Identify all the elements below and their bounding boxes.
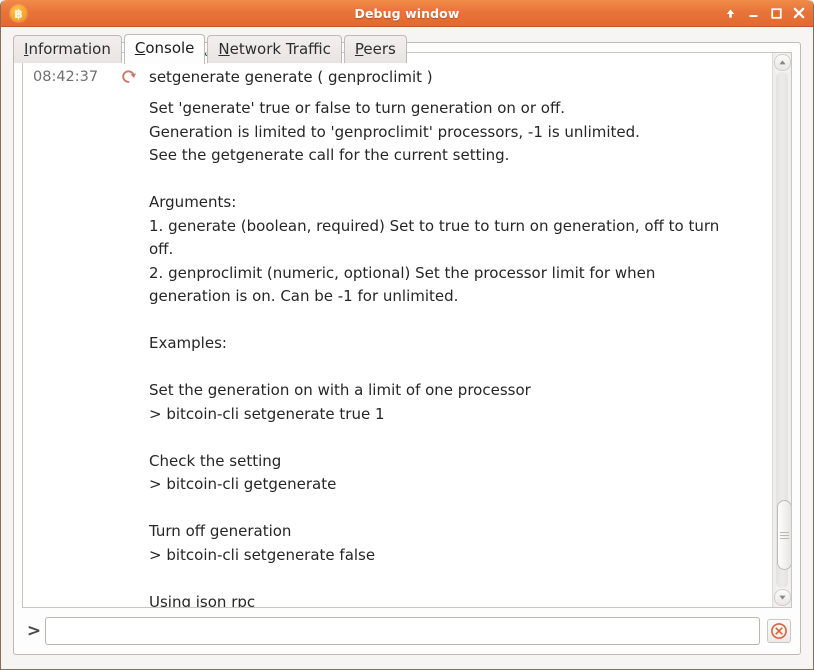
console-output-area: 08:42:37 help setgenerate 08:42:37 bbox=[22, 52, 792, 608]
minimize-button[interactable] bbox=[746, 6, 760, 20]
debug-window: ฿ Debug window Information Console Netwo… bbox=[0, 0, 814, 670]
window-controls bbox=[723, 0, 806, 26]
bitcoin-icon: ฿ bbox=[10, 5, 27, 22]
console-vertical-scrollbar[interactable] bbox=[772, 53, 791, 607]
tab-console[interactable]: Console bbox=[123, 34, 206, 64]
close-button[interactable] bbox=[792, 6, 806, 20]
tab-network-traffic-mnemonic: N bbox=[218, 40, 230, 58]
console-log-viewport[interactable]: 08:42:37 help setgenerate 08:42:37 bbox=[23, 53, 772, 607]
clear-console-button[interactable] bbox=[767, 619, 791, 643]
tab-information[interactable]: Information bbox=[13, 35, 122, 63]
command-input-row: > bbox=[22, 616, 792, 646]
scrollbar-thumb[interactable] bbox=[777, 500, 791, 570]
command-line-input[interactable] bbox=[45, 617, 760, 645]
log-timestamp: 08:42:37 bbox=[33, 69, 99, 85]
log-message: setgenerate generate ( genproclimit ) bbox=[149, 68, 433, 86]
tab-bar: Information Console Network Traffic Peer… bbox=[13, 34, 813, 64]
tab-console-label: onsole bbox=[145, 39, 195, 57]
tab-peers[interactable]: Peers bbox=[343, 35, 407, 63]
arrow-counterclockwise-icon bbox=[119, 64, 149, 86]
window-title: Debug window bbox=[354, 5, 460, 21]
console-tab-panel: 08:42:37 help setgenerate 08:42:37 bbox=[13, 42, 801, 655]
maximize-button[interactable] bbox=[769, 6, 783, 20]
log-entry: 08:42:37 setgenerate generate ( genprocl… bbox=[33, 64, 762, 90]
tab-strip-area: Information Console Network Traffic Peer… bbox=[1, 27, 813, 64]
scrollbar-grip-icon bbox=[780, 531, 789, 539]
scroll-down-button[interactable] bbox=[774, 589, 791, 606]
tab-network-traffic[interactable]: Network Traffic bbox=[207, 35, 342, 63]
shade-button[interactable] bbox=[723, 6, 737, 20]
prompt-symbol: > bbox=[26, 621, 42, 641]
log-help-text: Set 'generate' true or false to turn gen… bbox=[149, 99, 720, 607]
tab-network-traffic-label: etwork Traffic bbox=[229, 40, 331, 58]
console-log-content: 08:42:37 help setgenerate 08:42:37 bbox=[23, 53, 772, 607]
close-circle-icon bbox=[771, 623, 787, 639]
tab-console-mnemonic: C bbox=[134, 39, 146, 57]
scrollbar-track[interactable] bbox=[776, 72, 791, 588]
tab-peers-label: eers bbox=[363, 40, 396, 58]
title-bar[interactable]: ฿ Debug window bbox=[1, 0, 813, 27]
tab-information-label: nformation bbox=[28, 40, 111, 58]
